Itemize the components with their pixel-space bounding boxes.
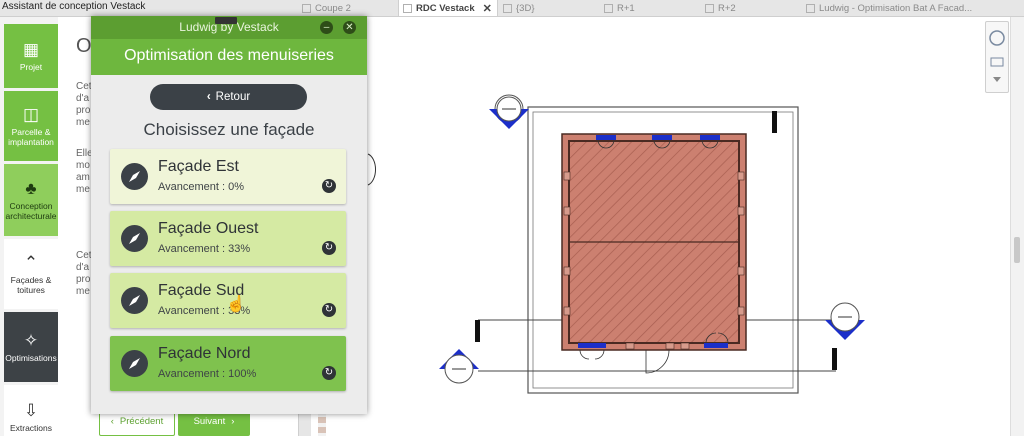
panel-title: O	[76, 35, 92, 57]
tab-label: Ludwig - Optimisation Bat A Facad...	[819, 2, 973, 14]
plan-view-icon	[705, 3, 714, 13]
panel-text-line: d'a	[76, 262, 90, 273]
sidebar-item-label: Parcelle & implantation	[8, 127, 54, 147]
download-icon: ⇩	[23, 401, 39, 420]
scrollbar-thumb[interactable]	[1014, 237, 1020, 263]
top-tab-bar: Assistant de conception Vestack Coupe 2 …	[0, 0, 1024, 17]
3d-view-icon	[503, 3, 512, 13]
floor-plan-drawing	[367, 94, 865, 394]
view-tools-icons	[989, 30, 1005, 82]
facade-progress: Avancement : 100%	[158, 368, 257, 380]
tab-r2[interactable]: R+2	[705, 0, 801, 16]
chevron-right-icon: ›	[231, 416, 235, 427]
sidebar-item-label: Façades & toitures	[10, 275, 52, 295]
tab-label: {3D}	[516, 2, 535, 14]
ludwig-dialog: Ludwig by Vestack – ✕ Optimisation des m…	[91, 16, 367, 414]
facade-name: Façade Est	[158, 158, 239, 175]
compass-icon	[121, 350, 148, 377]
magic-wand-icon: ✧	[23, 331, 39, 350]
compass-icon	[121, 287, 148, 314]
sidebar-item-projet[interactable]: ▦ Projet	[4, 24, 58, 88]
tab-label: RDC Vestack	[416, 2, 475, 14]
close-tab-icon[interactable]: ✕	[483, 2, 492, 15]
panel-text-line: pro	[76, 105, 91, 116]
elevation-marker-west[interactable]	[439, 349, 479, 384]
elevation-view-icon	[806, 3, 815, 13]
tab-label: R+1	[617, 2, 635, 14]
drag-handle[interactable]	[215, 17, 237, 24]
sidebar-item-optimisations[interactable]: ✧ Optimisations	[4, 312, 58, 382]
next-label: Suivant	[193, 416, 226, 427]
tab-r1[interactable]: R+1	[604, 0, 700, 16]
close-button[interactable]: ✕	[343, 21, 356, 34]
compass-icon	[121, 163, 148, 190]
refresh-icon[interactable]: ↻	[322, 303, 336, 317]
facade-card-est[interactable]: Façade Est Avancement : 0% ↻	[110, 149, 346, 204]
sidebar-item-label: Extractions	[9, 423, 53, 433]
refresh-icon[interactable]: ↻	[322, 366, 336, 380]
refresh-icon[interactable]: ↻	[322, 179, 336, 193]
panel-text-line: Cet	[76, 81, 92, 92]
tab-label: Coupe 2	[315, 2, 351, 14]
elevation-marker-north[interactable]	[489, 94, 529, 129]
sidebar-item-facades[interactable]: ⌃ Façades & toitures	[4, 239, 58, 309]
facade-name: Façade Ouest	[158, 220, 259, 237]
compass-icon	[121, 225, 148, 252]
choose-facade-heading: Choisissez une façade	[143, 120, 315, 139]
navigation-bar[interactable]	[985, 21, 1009, 93]
lamp-icon: ♣	[25, 179, 37, 198]
sidebar-item-label: Optimisations	[5, 353, 57, 363]
previous-label: Précédent	[119, 416, 164, 427]
app-title: Assistant de conception Vestack	[2, 1, 146, 12]
dialog-header: Optimisation des menuiseries	[91, 39, 367, 75]
sidebar-item-extractions[interactable]: ⇩ Extractions	[4, 385, 58, 436]
panel-text-line: me	[76, 117, 90, 128]
tab-3d[interactable]: {3D}	[503, 0, 599, 16]
hand-cursor-icon: ☝	[226, 296, 246, 313]
sidebar-item-parcelle[interactable]: ◫ Parcelle & implantation	[4, 91, 58, 161]
map-icon: ◫	[22, 105, 40, 124]
sidebar-item-label: Conception architecturale	[5, 201, 57, 221]
panel-text-line: d'a	[76, 93, 90, 104]
facade-name: Façade Nord	[158, 345, 251, 362]
minimize-button[interactable]: –	[320, 21, 333, 34]
panel-text-block-1: Cet d'a pro me	[76, 81, 92, 129]
facade-progress: Avancement : 33%	[158, 243, 251, 255]
drawing-canvas[interactable]	[326, 17, 1010, 436]
chevron-left-icon: ‹	[206, 91, 211, 103]
sidebar-item-label: Projet	[19, 62, 43, 72]
sidebar: ▦ Projet ◫ Parcelle & implantation ♣ Con…	[0, 17, 58, 436]
facade-card-nord[interactable]: Façade Nord Avancement : 100% ↻	[110, 336, 346, 391]
facade-card-ouest[interactable]: Façade Ouest Avancement : 33% ↻	[110, 211, 346, 266]
back-button[interactable]: ‹ Retour	[150, 84, 307, 110]
tab-label: R+2	[718, 2, 736, 14]
vertical-scrollbar[interactable]	[1010, 17, 1024, 436]
building-icon: ▦	[22, 40, 40, 59]
plan-view-icon	[604, 3, 613, 13]
facade-progress: Avancement : 0%	[158, 181, 245, 193]
tab-ludwig-optimisation[interactable]: Ludwig - Optimisation Bat A Facad...	[806, 0, 976, 16]
tab-rdc-vestack[interactable]: RDC Vestack ✕	[398, 0, 498, 16]
back-label: Retour	[215, 91, 251, 103]
panel-text-block-3: Cet d'a pro me	[76, 250, 92, 298]
roof-icon: ⌃	[23, 253, 39, 272]
elevation-marker-east[interactable]	[825, 302, 865, 340]
tab-coupe-2[interactable]: Coupe 2	[302, 0, 398, 16]
section-view-icon	[302, 3, 311, 13]
sidebar-item-conception[interactable]: ♣ Conception architecturale	[4, 164, 58, 236]
panel-text-line: me	[76, 286, 90, 297]
panel-text-line: Cet	[76, 250, 92, 261]
plan-view-icon	[403, 3, 412, 13]
panel-text-line: pro	[76, 274, 91, 285]
refresh-icon[interactable]: ↻	[322, 241, 336, 255]
chevron-left-icon: ‹	[110, 416, 114, 427]
